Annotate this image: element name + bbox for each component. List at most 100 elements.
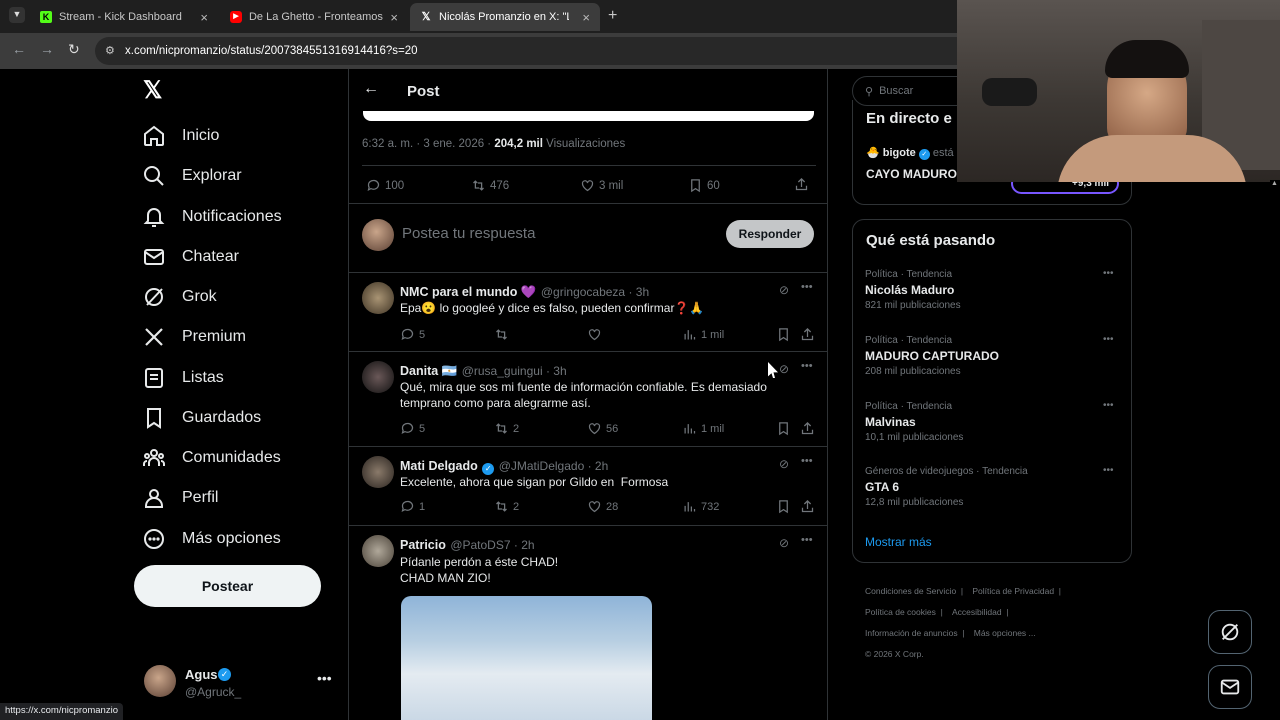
more-icon[interactable]: ••• [1103, 400, 1114, 411]
tab-youtube[interactable]: ▶ De La Ghetto - Fronteamos Porq × [220, 3, 408, 31]
site-info-icon[interactable]: ⚙ [105, 44, 115, 57]
tab-list-chevron-icon[interactable]: ▼ [9, 7, 25, 23]
nav-listas[interactable]: Listas [142, 363, 224, 393]
views-count[interactable]: 1 mil [682, 421, 724, 436]
footer-link[interactable]: Política de Privacidad [972, 586, 1054, 596]
nav-grok[interactable]: Grok [142, 282, 217, 312]
more-icon[interactable]: ••• [801, 455, 813, 467]
account-switcher[interactable]: Agus ✓ @Agruck_ ••• [142, 664, 332, 702]
bookmark-button[interactable] [776, 499, 791, 514]
reload-icon[interactable]: ↻ [68, 41, 80, 58]
repost-count[interactable] [494, 327, 509, 342]
share-button[interactable] [794, 177, 809, 192]
nav-guardados[interactable]: Guardados [142, 403, 261, 433]
new-tab-icon[interactable]: + [608, 7, 617, 25]
close-tab-icon[interactable]: × [390, 10, 398, 25]
tab-x-post[interactable]: 𝕏 Nicolás Promanzio en X: "LAS F × [410, 3, 600, 31]
forward-icon[interactable]: → [40, 41, 54, 57]
grok-fab[interactable] [1208, 610, 1252, 654]
back-arrow-icon[interactable]: ← [363, 80, 379, 98]
back-icon[interactable]: ← [12, 41, 26, 57]
trend-item[interactable]: Política · Tendencia MADURO CAPTURADO 20… [865, 335, 999, 377]
more-icon[interactable]: ••• [801, 281, 813, 293]
nav-explorar[interactable]: Explorar [142, 161, 242, 191]
grok-icon[interactable]: ⊘ [779, 536, 789, 550]
live-user[interactable]: 🐣 bigote ✓ está e [866, 146, 963, 160]
nav-comunidades[interactable]: Comunidades [142, 443, 281, 473]
reply-item[interactable]: NMC para el mundo 💜 @gringocabeza · 3h ⊘… [349, 273, 827, 352]
more-icon[interactable]: ••• [1103, 268, 1114, 279]
reply-input[interactable]: Postea tu respuesta [402, 225, 702, 242]
close-tab-icon[interactable]: × [200, 10, 208, 25]
reply-count[interactable]: 100 [366, 178, 404, 193]
more-icon[interactable]: ••• [317, 670, 332, 686]
views-count: 204,2 mil [494, 138, 543, 150]
nav-perfil[interactable]: Perfil [142, 483, 218, 513]
more-icon[interactable]: ••• [1103, 334, 1114, 345]
scrollbar[interactable]: ▲ [1270, 180, 1280, 720]
more-icon[interactable]: ••• [1103, 465, 1114, 476]
repost-count[interactable]: 2 [494, 421, 519, 436]
nav-chatear[interactable]: Chatear [142, 242, 239, 272]
nav-inicio[interactable]: Inicio [142, 121, 219, 151]
reply-item[interactable]: Danita 🇦🇷 @rusa_guingui · 3h ⊘ ••• Qué, … [349, 352, 827, 447]
reply-author[interactable]: Patricio [400, 538, 446, 552]
url-input[interactable]: ⚙ x.com/nicpromanzio/status/200738455131… [95, 37, 975, 65]
grok-icon[interactable]: ⊘ [779, 362, 789, 376]
reply-author[interactable]: NMC para el mundo 💜 [400, 285, 536, 299]
scroll-up-icon[interactable]: ▲ [1271, 180, 1278, 187]
reply-handle[interactable]: @rusa_guingui · 3h [462, 364, 567, 378]
responder-button[interactable]: Responder [726, 220, 814, 248]
reply-handle[interactable]: @gringocabeza · 3h [541, 285, 649, 299]
share-button[interactable] [800, 421, 815, 436]
reply-author[interactable]: Mati Delgado [400, 459, 478, 473]
communities-icon [143, 449, 165, 466]
like-count[interactable]: 28 [587, 499, 618, 514]
trend-item[interactable]: Política · Tendencia Malvinas 10,1 mil p… [865, 401, 963, 443]
envelope-icon [1220, 679, 1240, 695]
footer-link[interactable]: Más opciones ... [974, 628, 1036, 638]
bookmark-button[interactable] [776, 421, 791, 436]
like-count[interactable]: 3 mil [580, 178, 623, 193]
reply-count[interactable]: 5 [400, 327, 425, 342]
share-button[interactable] [800, 499, 815, 514]
bookmark-count[interactable]: 60 [688, 178, 720, 193]
footer-link[interactable]: Política de cookies [865, 607, 936, 617]
nav-notificaciones[interactable]: Notificaciones [142, 202, 282, 232]
tab-kick[interactable]: K Stream - Kick Dashboard × [30, 3, 218, 31]
trend-item[interactable]: Política · Tendencia Nicolás Maduro 821 … [865, 269, 961, 311]
like-count[interactable] [587, 327, 602, 342]
bookmark-button[interactable] [776, 327, 791, 342]
more-icon[interactable]: ••• [801, 360, 813, 372]
nav-mas-opciones[interactable]: Más opciones [142, 524, 281, 554]
postear-button[interactable]: Postear [134, 565, 321, 607]
reply-item[interactable]: Mati Delgado ✓ @JMatiDelgado · 2h ⊘ ••• … [349, 447, 827, 526]
reply-handle[interactable]: @PatoDS7 · 2h [450, 538, 534, 552]
close-tab-icon[interactable]: × [582, 10, 590, 25]
repost-count[interactable]: 476 [471, 178, 509, 193]
reply-image[interactable] [401, 596, 652, 720]
like-count[interactable]: 56 [587, 421, 618, 436]
share-button[interactable] [800, 327, 815, 342]
repost-count[interactable]: 2 [494, 499, 519, 514]
show-more-link[interactable]: Mostrar más [865, 535, 932, 549]
footer-link[interactable]: Condiciones de Servicio [865, 586, 956, 596]
reply-author[interactable]: Danita 🇦🇷 [400, 364, 457, 378]
footer-link[interactable]: Información de anuncios [865, 628, 958, 638]
reply-item[interactable]: Patricio @PatoDS7 · 2h ⊘ ••• Pídanle per… [349, 526, 827, 720]
footer-link[interactable]: Accesibilidad [952, 607, 1002, 617]
reply-count[interactable]: 1 [400, 499, 425, 514]
views-count[interactable]: 1 mil [682, 327, 724, 342]
reply-count[interactable]: 5 [400, 421, 425, 436]
x-logo-icon[interactable]: 𝕏 [143, 78, 167, 104]
reply-handle[interactable]: @JMatiDelgado · 2h [499, 459, 609, 473]
trend-item[interactable]: Géneros de videojuegos · Tendencia GTA 6… [865, 466, 1028, 508]
reply-header: Mati Delgado ✓ @JMatiDelgado · 2h [400, 457, 608, 475]
share-icon [801, 421, 814, 435]
more-icon[interactable]: ••• [801, 534, 813, 546]
messages-fab[interactable] [1208, 665, 1252, 709]
nav-premium[interactable]: Premium [142, 322, 246, 352]
grok-icon[interactable]: ⊘ [779, 457, 789, 471]
grok-icon[interactable]: ⊘ [779, 283, 789, 297]
views-count[interactable]: 732 [682, 499, 719, 514]
